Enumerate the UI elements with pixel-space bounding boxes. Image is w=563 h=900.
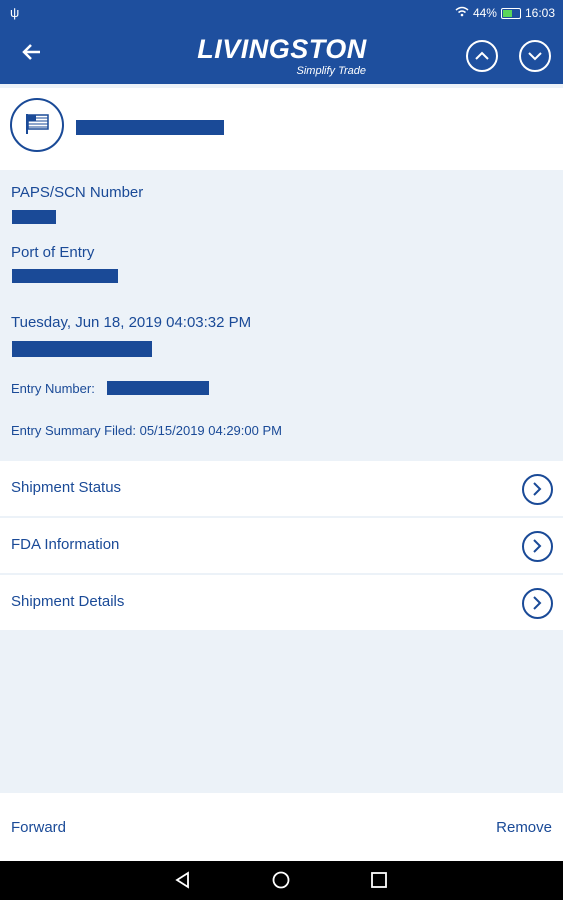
redacted-entry-number [107, 381, 209, 395]
logo: LIVINGSTON Simplify Trade [192, 34, 372, 77]
row-shipment-status[interactable]: Shipment Status [0, 461, 563, 516]
previous-button[interactable] [466, 40, 498, 72]
forward-button[interactable]: Forward [11, 819, 66, 836]
shipment-info: PAPS/SCN Number Port of Entry Tuesday, J… [0, 170, 563, 458]
entry-number-label: Entry Number: [11, 381, 95, 396]
datetime: Tuesday, Jun 18, 2019 04:03:32 PM [11, 314, 252, 331]
wifi-icon [455, 6, 469, 20]
row-fda-information[interactable]: FDA Information [0, 518, 563, 573]
remove-button[interactable]: Remove [496, 819, 552, 836]
next-button[interactable] [519, 40, 551, 72]
battery-icon [500, 7, 521, 19]
home-circle-icon[interactable] [272, 871, 290, 894]
logo-name: LIVINGSTON [197, 34, 367, 64]
redacted-paps-value [12, 210, 56, 224]
paps-label: PAPS/SCN Number [11, 184, 144, 201]
row-label: Shipment Status [11, 479, 122, 496]
row-shipment-details[interactable]: Shipment Details [0, 575, 563, 630]
back-triangle-icon[interactable] [174, 871, 192, 894]
android-nav-bar [0, 861, 563, 900]
usb-icon: ψ [10, 5, 20, 20]
status-bar: ψ 44% 16:03 [0, 0, 563, 26]
shipment-header [0, 88, 563, 170]
chevron-right-icon[interactable] [522, 531, 553, 562]
redacted-timezone [12, 341, 152, 357]
bottom-action-bar: Forward Remove [0, 793, 563, 861]
flag-icon [10, 98, 64, 152]
logo-tagline: Simplify Trade [296, 65, 366, 77]
port-label: Port of Entry [11, 244, 95, 261]
chevron-right-icon[interactable] [522, 474, 553, 505]
row-label: Shipment Details [11, 593, 125, 610]
status-right: 44% 16:03 [455, 6, 555, 20]
recents-square-icon[interactable] [370, 871, 388, 894]
row-label: FDA Information [11, 536, 120, 553]
chevron-right-icon[interactable] [522, 588, 553, 619]
redacted-port-value [12, 269, 118, 283]
back-arrow-icon[interactable] [20, 40, 44, 64]
down-arrow-icon [528, 52, 542, 61]
entry-summary-filed: Entry Summary Filed: 05/15/2019 04:29:00… [11, 423, 282, 438]
up-arrow-icon [475, 51, 489, 60]
battery-percent: 44% [472, 6, 497, 20]
app-bar: LIVINGSTON Simplify Trade [0, 26, 563, 84]
redacted-shipment-name [76, 120, 224, 135]
status-time: 16:03 [524, 6, 555, 20]
